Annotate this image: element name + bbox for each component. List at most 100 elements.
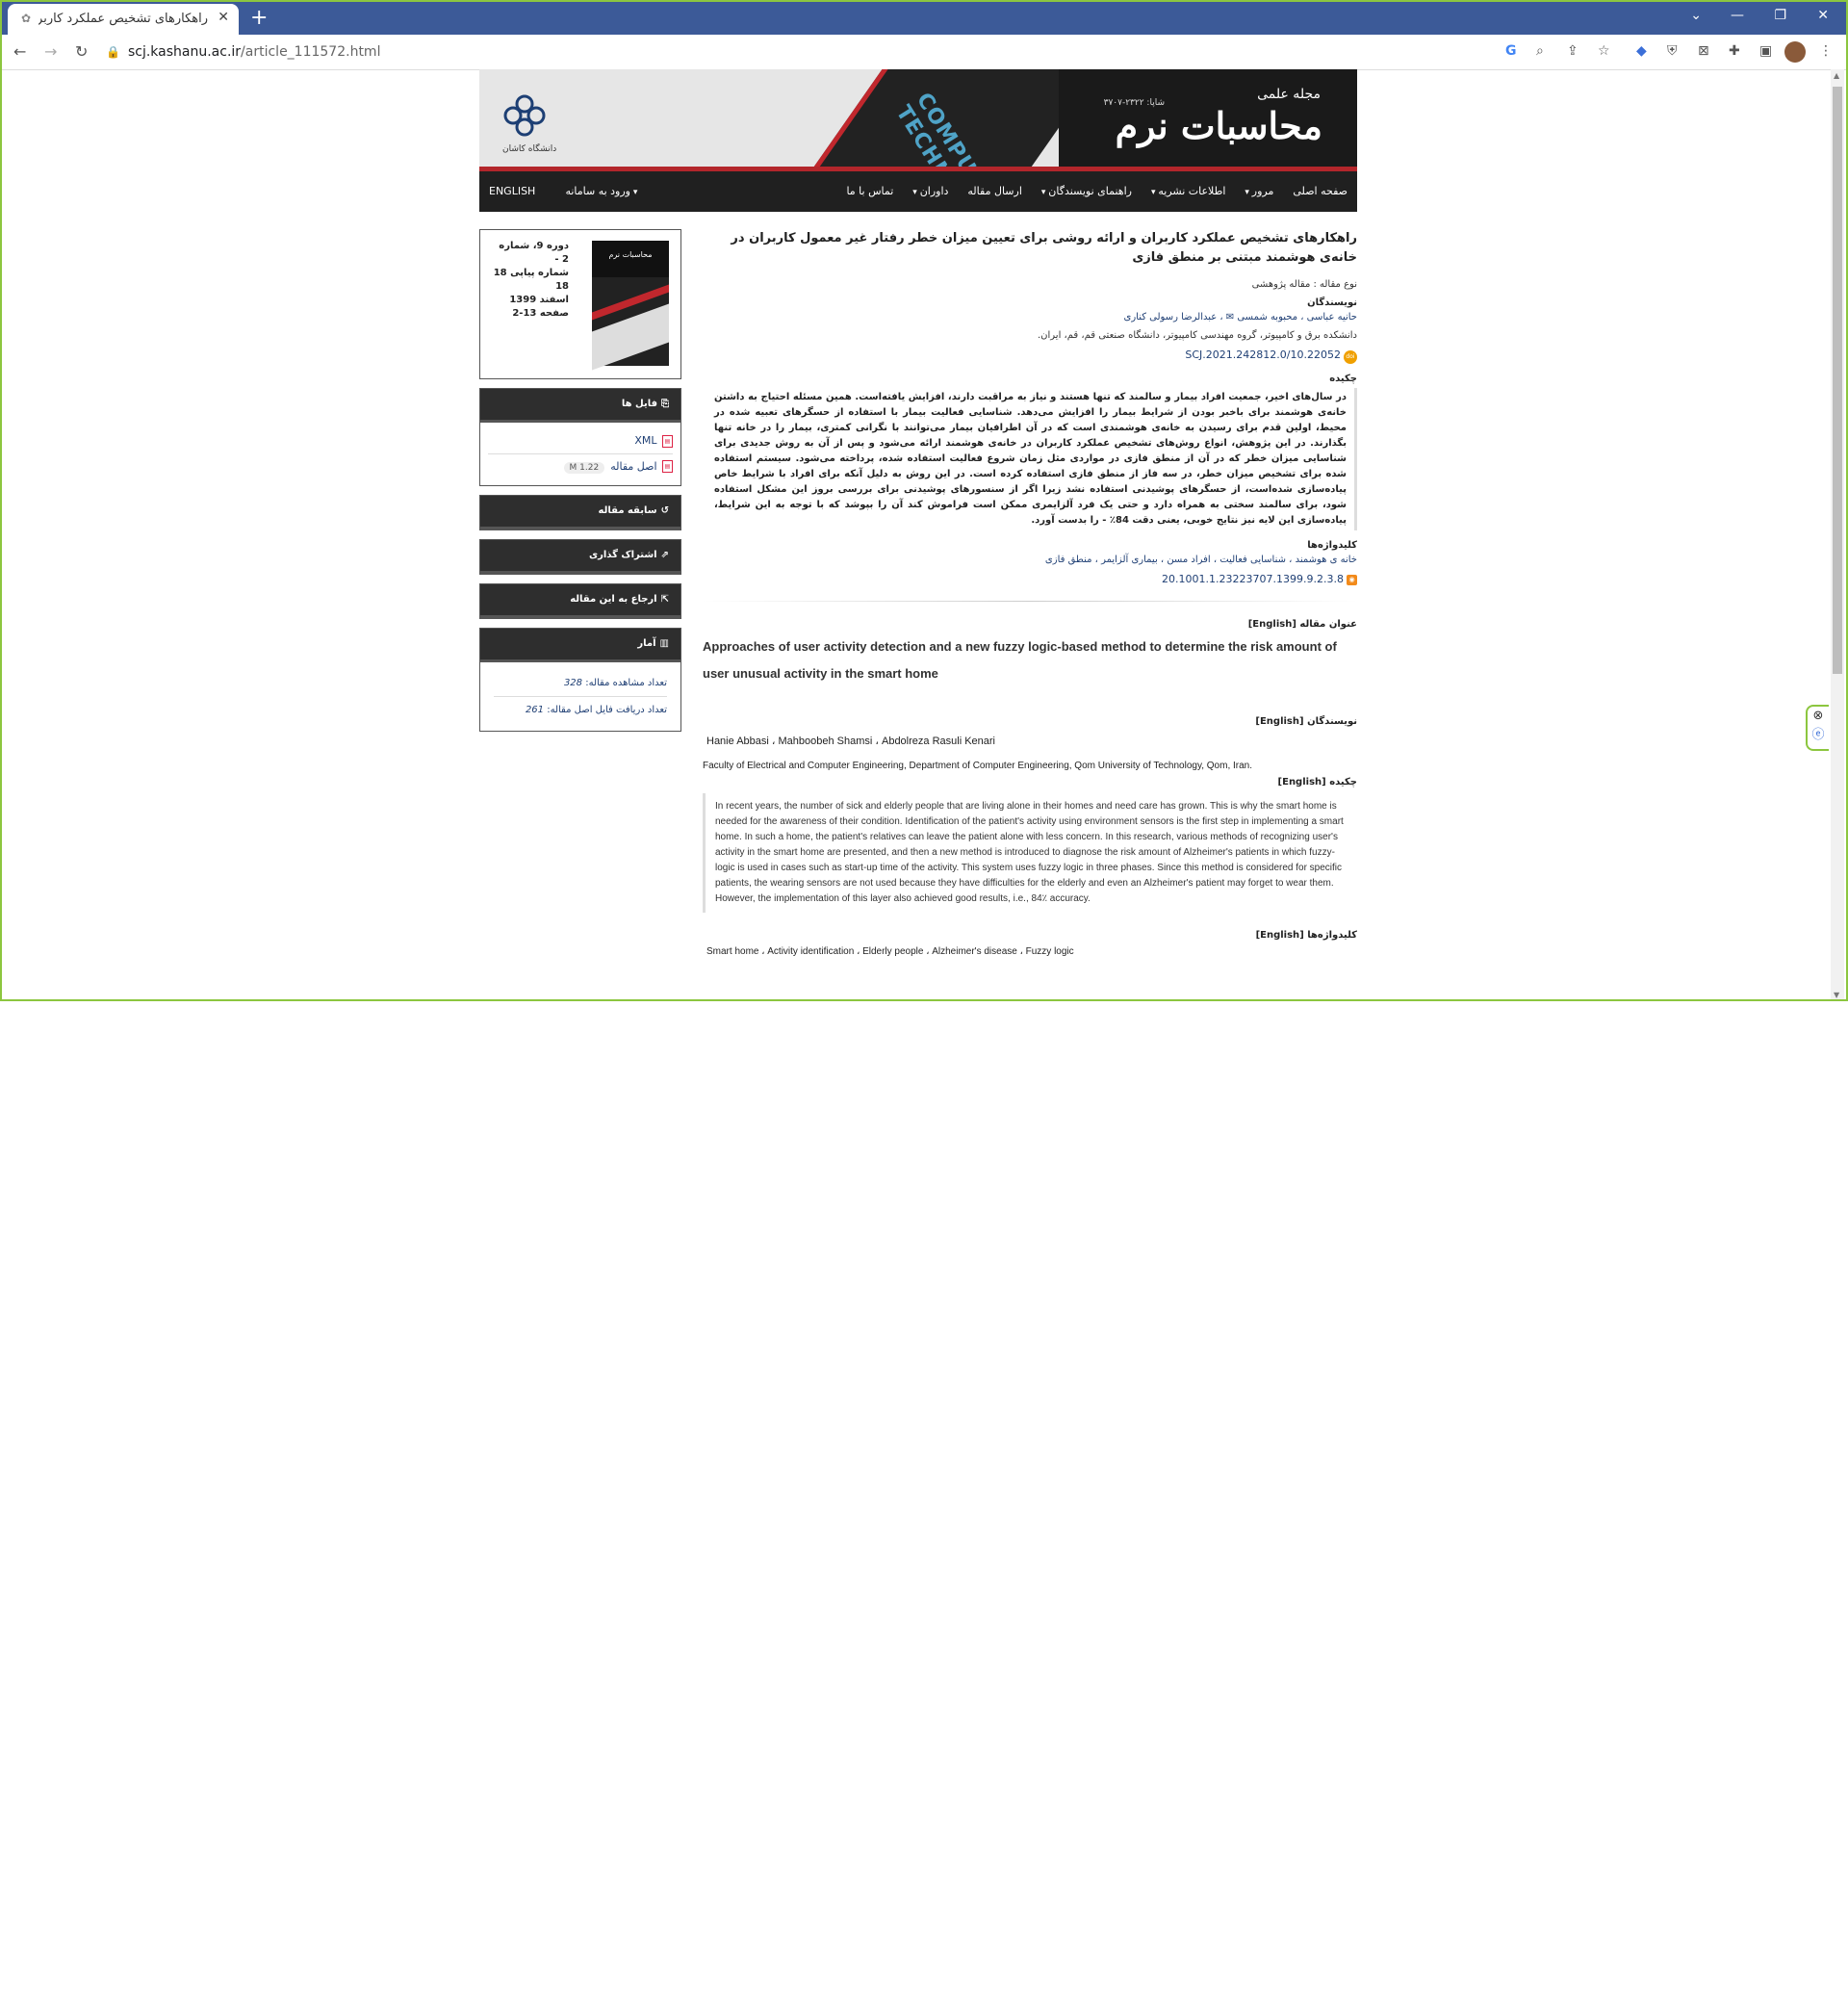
file-icon: ⎘ bbox=[661, 399, 669, 409]
nav-contact[interactable]: تماس با ما bbox=[836, 171, 903, 212]
nav-home[interactable]: صفحه اصلی bbox=[1283, 171, 1357, 212]
tab-strip: ✿ راهکارهای تشخیص عملکرد کاربران ✕ + ⌄ —… bbox=[2, 2, 1846, 35]
tab-search-icon[interactable]: ⌄ bbox=[1690, 8, 1702, 23]
en-keywords-label: کلیدواژه‌ها [English] bbox=[1255, 930, 1357, 941]
authors-list[interactable]: حانیه عباسی ، محبوبه شمسی ✉ ، عبدالرضا ر… bbox=[703, 312, 1358, 323]
history-label: سابقه مقاله bbox=[598, 504, 657, 516]
en-authors[interactable]: Hanie Abbasi ، Mahboobeh Shamsi ، Abdolr… bbox=[706, 735, 1357, 747]
nav-submit[interactable]: ارسال مقاله bbox=[958, 171, 1031, 212]
new-tab-icon[interactable]: + bbox=[250, 6, 268, 30]
forward-icon[interactable]: → bbox=[44, 42, 57, 61]
extension-icon[interactable]: ◆ bbox=[1636, 43, 1647, 59]
en-abstract: In recent years, the number of sick and … bbox=[703, 793, 1357, 913]
page-scrollbar[interactable]: ▲ ▼ bbox=[1831, 69, 1844, 999]
nav-journal-info[interactable]: اطلاعات نشریه bbox=[1142, 171, 1235, 213]
stats-box: ▥آمار تعداد مشاهده مقاله: 328 تعداد دریا… bbox=[479, 627, 681, 732]
files-header-label: فایل ها bbox=[621, 399, 657, 409]
stats-list: تعداد مشاهده مقاله: 328 تعداد دریافت فای… bbox=[480, 662, 680, 731]
history-header: ↺سابقه مقاله bbox=[480, 495, 680, 529]
stat-label: تعداد دریافت فایل اصل مقاله: bbox=[547, 704, 667, 715]
dor-link[interactable]: ◉20.1001.1.23223707.1399.9.2.3.8 bbox=[703, 573, 1357, 585]
article-main: راهکارهای تشخیص عملکرد کاربران و ارائه ر… bbox=[703, 229, 1357, 957]
xml-file-icon: ▤ bbox=[662, 434, 673, 448]
address-bar[interactable]: 🔒 scj.kashanu.ac.ir/article_111572.html bbox=[106, 40, 1502, 64]
back-icon[interactable]: ← bbox=[13, 42, 26, 61]
issue-cover-box: محاسبات نرم دوره 9، شماره 2 - شماره پیاپ… bbox=[479, 229, 681, 379]
en-abstract-label: چکیده [English] bbox=[1277, 777, 1357, 788]
doi-value: 10.22052/SCJ.2021.242812.0 bbox=[1185, 349, 1341, 361]
abstract-label: چکیده bbox=[1329, 374, 1357, 384]
share-label: اشتراک گذاری bbox=[588, 549, 657, 560]
nav-author-guide[interactable]: راهنمای نویسندگان bbox=[1032, 171, 1142, 213]
minimize-icon[interactable]: — bbox=[1731, 8, 1744, 23]
keywords-list[interactable]: خانه ی هوشمند ، شناسایی فعالیت ، افراد م… bbox=[703, 555, 1357, 565]
main-nav: صفحه اصلی مرور اطلاعات نشریه راهنمای نوی… bbox=[479, 171, 1357, 212]
cite-box[interactable]: ⇱ارجاع به این مقاله bbox=[479, 582, 681, 619]
scroll-up-icon[interactable]: ▲ bbox=[1834, 71, 1839, 80]
pdf-file-icon: ▤ bbox=[662, 460, 673, 473]
google-icon[interactable]: G bbox=[1505, 43, 1517, 59]
close-window-icon[interactable]: ✕ bbox=[1817, 8, 1829, 23]
share-icon[interactable]: ⇪ bbox=[1567, 43, 1578, 59]
divider bbox=[703, 601, 1357, 602]
menu-icon[interactable]: ⋮ bbox=[1819, 43, 1833, 59]
stat-downloads: تعداد دریافت فایل اصل مقاله: 261 bbox=[494, 697, 667, 723]
edge-icon[interactable]: ⓔ bbox=[1808, 726, 1829, 745]
issue-info[interactable]: دوره 9، شماره 2 - شماره پیاپی 18 18 اسفن… bbox=[492, 240, 569, 321]
zoom-icon[interactable]: ⌕ bbox=[1536, 43, 1544, 59]
issue-pages: صفحه 13-2 bbox=[512, 308, 569, 319]
cite-header: ⇱ارجاع به این مقاله bbox=[480, 583, 680, 618]
scroll-down-icon[interactable]: ▼ bbox=[1834, 991, 1839, 999]
puzzle-icon[interactable]: ✚ bbox=[1729, 43, 1740, 59]
journal-banner: COMPUTER ENGINEERING TECHNOLOGY مجله علم… bbox=[479, 69, 1357, 171]
browser-tab[interactable]: ✿ راهکارهای تشخیص عملکرد کاربران ✕ bbox=[8, 4, 239, 35]
nav-reviewers[interactable]: داوران bbox=[903, 171, 958, 213]
stat-value: 261 bbox=[525, 704, 545, 715]
file-pdf[interactable]: ▤ اصل مقاله 1.22 M bbox=[488, 454, 673, 479]
files-list: ▤ XML ▤ اصل مقاله 1.22 M bbox=[480, 423, 680, 485]
side-widget[interactable]: ⊗ ⓔ bbox=[1806, 705, 1829, 751]
reload-icon[interactable]: ↻ bbox=[75, 42, 88, 61]
en-keywords[interactable]: Smart home ، Activity identification ، E… bbox=[706, 946, 1357, 957]
english-link[interactable]: ENGLISH bbox=[489, 185, 535, 197]
sidebar-icon[interactable]: ▣ bbox=[1759, 43, 1772, 59]
shield-icon[interactable]: ⛨ bbox=[1667, 43, 1678, 59]
stat-value: 328 bbox=[563, 677, 583, 688]
restore-icon[interactable]: ❐ bbox=[1774, 8, 1786, 23]
issue-cover-image[interactable]: محاسبات نرم bbox=[592, 241, 669, 371]
en-authors-label: نویسندگان [English] bbox=[1255, 716, 1357, 727]
close-circle-icon[interactable]: ⊗ bbox=[1808, 707, 1829, 726]
university-logo-icon bbox=[503, 94, 546, 137]
dor-value: 20.1001.1.23223707.1399.9.2.3.8 bbox=[1162, 573, 1344, 585]
history-icon: ↺ bbox=[660, 504, 669, 516]
authors-label: نویسندگان bbox=[1307, 297, 1357, 308]
share-box[interactable]: ⇗اشتراک گذاری bbox=[479, 538, 681, 575]
close-tab-icon[interactable]: ✕ bbox=[218, 10, 229, 25]
bar-chart-icon: ▥ bbox=[659, 637, 669, 649]
article-title: راهکارهای تشخیص عملکرد کاربران و ارائه ر… bbox=[731, 231, 1357, 265]
favicon-icon: ✿ bbox=[21, 12, 32, 25]
affiliation: دانشکده برق و کامپیوتر، گروه مهندسی کامپ… bbox=[1037, 330, 1357, 341]
url-path: /article_111572.html bbox=[241, 44, 381, 60]
url-host: scj.kashanu.ac.ir bbox=[127, 44, 242, 60]
stats-header: ▥آمار bbox=[480, 628, 680, 662]
issue-volume: دوره 9، شماره 2 - bbox=[499, 241, 569, 265]
nav-browse[interactable]: مرور bbox=[1235, 171, 1283, 213]
share-header: ⇗اشتراک گذاری bbox=[480, 539, 680, 574]
bookmark-star-icon[interactable]: ☆ bbox=[1598, 43, 1610, 59]
nav-left: ENGLISH ورود به سامانه bbox=[489, 171, 662, 213]
file-xml[interactable]: ▤ XML bbox=[488, 428, 673, 454]
dor-icon: ◉ bbox=[1347, 574, 1357, 585]
extension-2-icon[interactable]: ⊠ bbox=[1698, 43, 1709, 59]
login-link[interactable]: ورود به سامانه bbox=[565, 185, 637, 197]
journal-page: COMPUTER ENGINEERING TECHNOLOGY مجله علم… bbox=[479, 69, 1357, 957]
history-box[interactable]: ↺سابقه مقاله bbox=[479, 494, 681, 530]
scrollbar-thumb[interactable] bbox=[1833, 87, 1842, 674]
doi-link[interactable]: doi10.22052/SCJ.2021.242812.0 bbox=[703, 349, 1357, 364]
profile-avatar[interactable] bbox=[1784, 41, 1806, 63]
stat-views: تعداد مشاهده مقاله: 328 bbox=[494, 670, 667, 697]
files-header: ⎘ فایل ها bbox=[480, 389, 680, 423]
magazine-title: محاسبات نرم bbox=[1115, 104, 1322, 147]
sidebar: محاسبات نرم دوره 9، شماره 2 - شماره پیاپ… bbox=[479, 229, 681, 740]
lock-icon: 🔒 bbox=[106, 45, 120, 59]
